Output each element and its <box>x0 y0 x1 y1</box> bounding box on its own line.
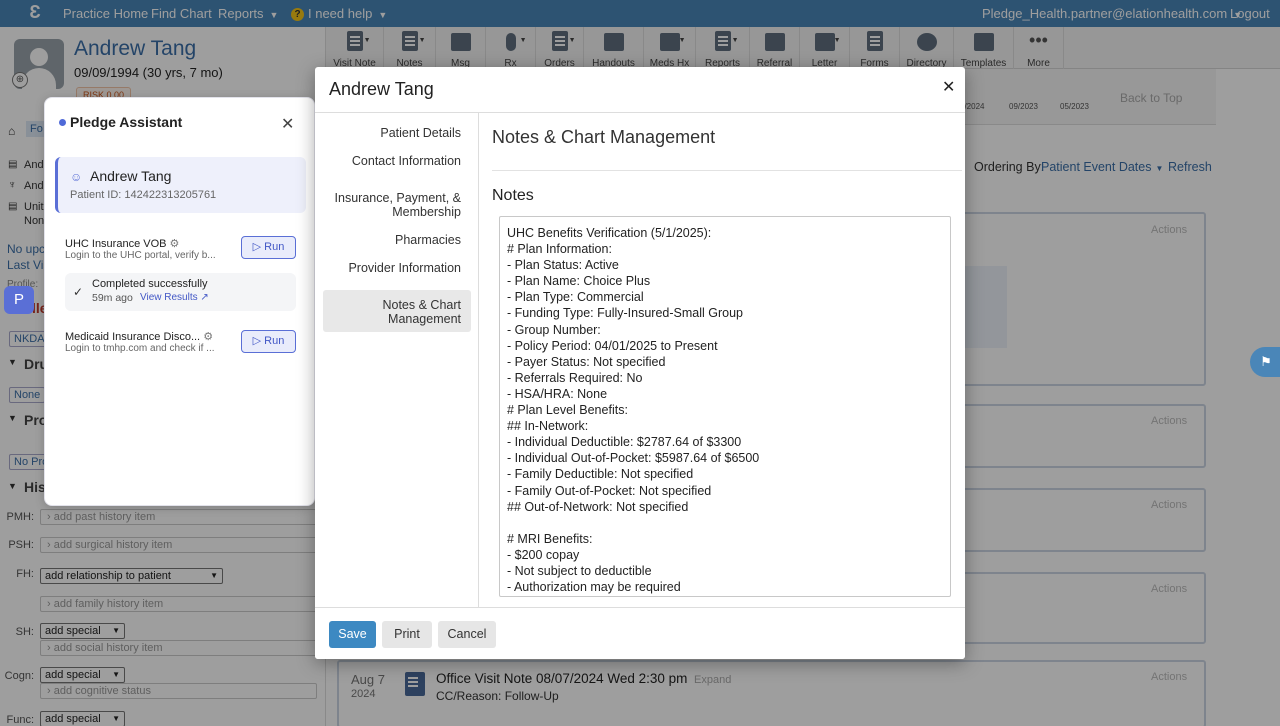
task-name-text: UHC Insurance VOB <box>65 238 167 250</box>
run-label: Run <box>264 335 285 347</box>
save-button[interactable]: Save <box>329 621 376 648</box>
modal-nav-notes-chart-management[interactable]: Notes & Chart Management <box>382 298 461 326</box>
external-link-icon: ↗ <box>200 292 209 303</box>
result-time: 59m ago <box>92 292 133 304</box>
gear-icon[interactable]: ⚙ <box>203 331 213 343</box>
play-icon: ▷ <box>252 241 262 253</box>
run-button[interactable]: ▷ Run <box>241 330 296 353</box>
pledge-assistant-panel: Pledge Assistant ✕ ☺ Andrew Tang Patient… <box>44 97 315 506</box>
assistant-patient-id: Patient ID: 142422313205761 <box>70 189 217 201</box>
modal-title: Andrew Tang <box>329 79 434 99</box>
note-line: # Plan Level Benefits: <box>507 403 628 418</box>
patient-modal: Andrew Tang ✕ Patient Details Contact In… <box>315 67 965 659</box>
user-icon: ☺ <box>70 170 83 184</box>
note-line <box>507 515 950 531</box>
note-line: - Family Out-of-Pocket: Not specified <box>507 483 712 498</box>
note-line: - Plan Name: Choice Plus <box>507 274 651 289</box>
task-result: ✓ Completed successfully 59m ago View Re… <box>65 273 296 311</box>
notes-label: Notes <box>492 187 534 204</box>
note-line: - Group Number: <box>507 322 601 337</box>
note-line: - $200 copay <box>507 547 580 562</box>
cancel-button[interactable]: Cancel <box>438 621 496 648</box>
modal-nav-patient-details[interactable]: Patient Details <box>380 126 461 140</box>
view-results-link[interactable]: View Results ↗ <box>140 292 209 303</box>
assistant-patient-name: Andrew Tang <box>90 168 172 184</box>
note-line: - HSA/HRA: None <box>507 386 608 401</box>
task-name: UHC Insurance VOB ⚙ <box>65 237 179 250</box>
modal-nav-contact-information[interactable]: Contact Information <box>352 154 461 168</box>
note-line: # Plan Information: <box>507 242 612 257</box>
note-line: - Policy Period: 04/01/2025 to Present <box>507 338 718 353</box>
gear-icon[interactable]: ⚙ <box>170 238 180 250</box>
close-icon[interactable]: ✕ <box>281 114 294 134</box>
task-name-text: Medicaid Insurance Disco... <box>65 331 201 343</box>
assistant-title: Pledge Assistant <box>70 114 183 130</box>
note-line: ## Out-of-Network: Not specified <box>507 499 689 514</box>
check-icon: ✓ <box>73 285 84 299</box>
note-line: - Funding Type: Fully-Insured-Small Grou… <box>507 306 743 321</box>
divider <box>478 113 479 607</box>
note-line: - Plan Type: Commercial <box>507 290 644 305</box>
divider <box>492 170 962 171</box>
notes-textarea[interactable]: UHC Benefits Verification (5/1/2025): # … <box>499 216 951 597</box>
note-line: - Plan Status: Active <box>507 258 619 273</box>
note-line: # MRI Benefits: <box>507 531 593 546</box>
nav-line: Notes & Chart <box>382 298 461 312</box>
modal-nav-pharmacies[interactable]: Pharmacies <box>395 233 461 247</box>
note-line: - Individual Deductible: $2787.64 of $33… <box>507 435 742 450</box>
status-dot <box>59 119 66 126</box>
nav-line: Management <box>388 312 461 326</box>
task-name: Medicaid Insurance Disco... ⚙ <box>65 330 213 343</box>
note-line: - Authorization may be required <box>507 580 681 595</box>
note-line: - Payer Status: Not specified <box>507 354 666 369</box>
nav-line: Insurance, Payment, & <box>334 191 461 205</box>
view-results-label: View Results <box>140 292 198 303</box>
note-line: UHC Benefits Verification (5/1/2025): <box>507 226 712 240</box>
task-description: Login to the UHC portal, verify b... <box>65 250 216 261</box>
divider <box>315 112 965 113</box>
nav-line: Membership <box>392 205 461 219</box>
close-icon[interactable]: ✕ <box>942 77 955 97</box>
modal-nav-insurance[interactable]: Insurance, Payment, & Membership <box>335 191 461 219</box>
pledge-launcher-button[interactable]: P <box>4 286 34 314</box>
note-line: - Family Deductible: Not specified <box>507 467 694 482</box>
play-icon: ▷ <box>252 335 262 347</box>
run-label: Run <box>264 241 285 253</box>
print-button[interactable]: Print <box>382 621 432 648</box>
section-heading: Notes & Chart Management <box>492 127 716 147</box>
result-status: Completed successfully <box>92 278 208 290</box>
note-line: ## In-Network: <box>507 419 589 434</box>
note-line: - Referrals Required: No <box>507 370 643 385</box>
assistant-patient-card <box>55 157 306 213</box>
flag-icon[interactable]: ⚑ <box>1250 347 1280 377</box>
run-button[interactable]: ▷ Run <box>241 236 296 259</box>
task-description: Login to tmhp.com and check if ... <box>65 343 215 354</box>
note-line: - Individual Out-of-Pocket: $5987.64 of … <box>507 451 760 466</box>
modal-nav-provider-information[interactable]: Provider Information <box>348 261 461 275</box>
note-line: - Not subject to deductible <box>507 563 652 578</box>
